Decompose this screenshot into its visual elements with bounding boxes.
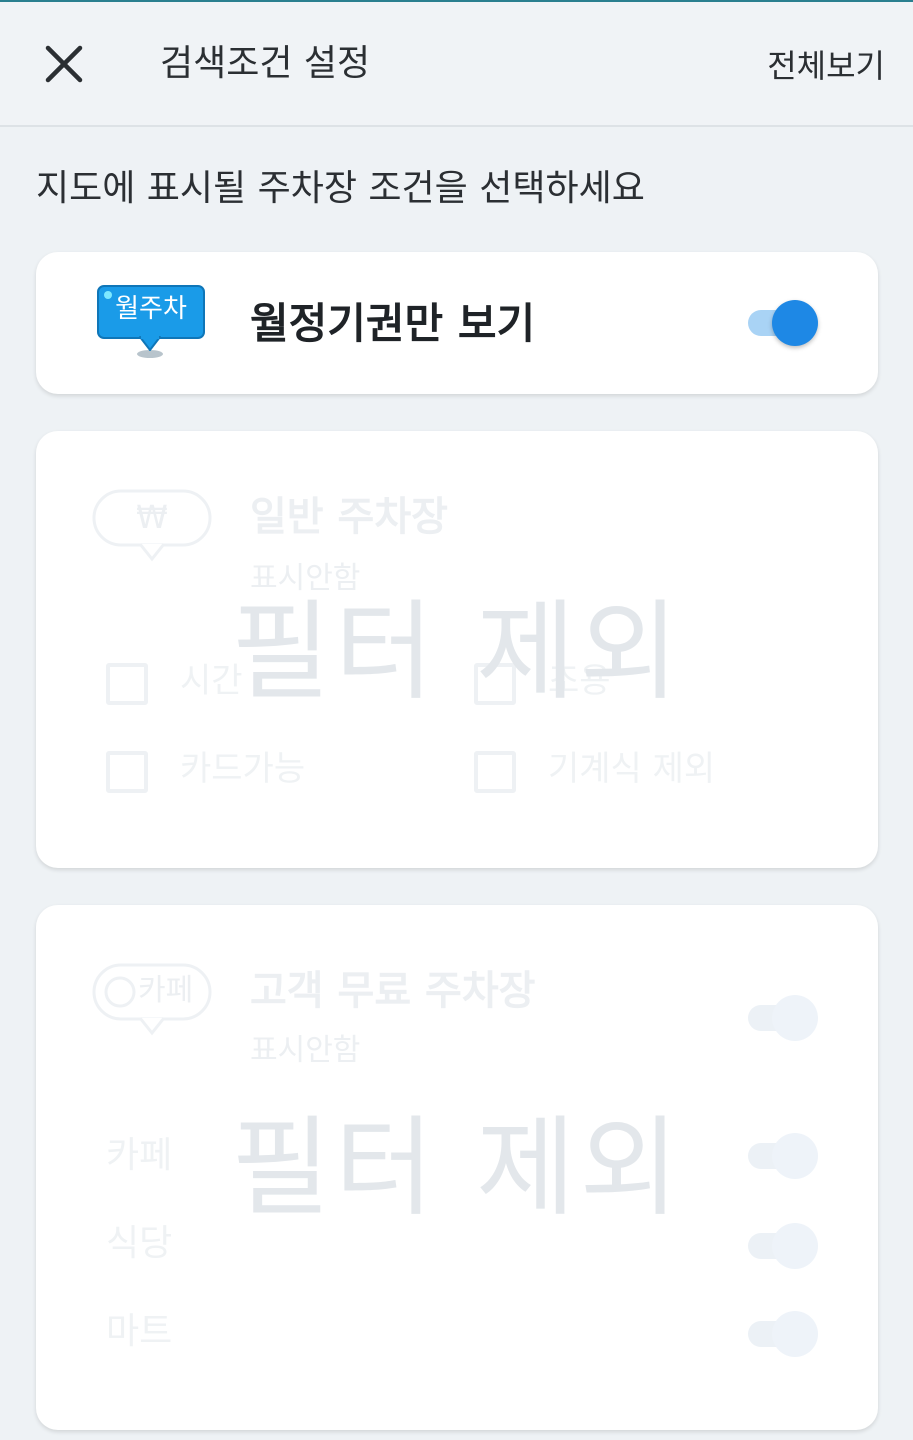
option-label-time: 시간 [180,661,243,701]
view-all-button[interactable]: 전체보기 [767,42,885,90]
mart-toggle[interactable] [746,1311,818,1357]
page-title: 검색조건 설정 [160,43,371,84]
option-checkbox-mechanical[interactable] [474,751,516,793]
close-button[interactable] [36,36,92,92]
restaurant-toggle[interactable] [746,1223,818,1269]
option-label-card: 카드가능 [180,749,306,789]
toggle-knob [772,995,818,1041]
option-checkbox-quiet[interactable] [474,663,516,705]
free-parking-status: 표시안함 [250,1033,361,1068]
cafe-toggle[interactable] [746,1133,818,1179]
monthly-pass-card: 월주차 월정기권만 보기 [36,252,878,394]
monthly-badge-label: 월주차 [115,294,187,324]
option-label-mechanical: 기계식 제외 [548,749,716,789]
free-parking-card: 카페 고객 무료 주차장 표시안함 카페 식당 마트 필터 제외 [36,905,878,1430]
toggle-knob [772,1311,818,1357]
general-parking-status: 표시안함 [250,561,361,596]
monthly-parking-badge: 월주차 [96,284,208,362]
monthly-pass-title: 월정기권만 보기 [250,299,536,348]
toggle-knob [772,1133,818,1179]
row-label-cafe: 카페 [106,1135,173,1176]
toggle-knob [772,1223,818,1269]
free-parking-toggle[interactable] [746,995,818,1041]
monthly-pass-toggle[interactable] [746,300,818,346]
row-label-restaurant: 식당 [106,1223,173,1264]
filter-excluded-label: 필터 제외 [231,590,683,715]
option-label-quiet: 조용 [548,661,611,701]
cafe-badge-label: 카페 [138,973,194,1008]
close-icon [45,45,83,83]
free-parking-badge: 카페 [92,963,214,1045]
free-parking-title: 고객 무료 주차장 [250,968,536,1014]
option-checkbox-time[interactable] [106,663,148,705]
toggle-knob [772,300,818,346]
option-checkbox-card[interactable] [106,751,148,793]
won-symbol: ₩ [136,498,168,536]
general-parking-badge: ₩ [92,489,214,571]
instruction-text: 지도에 표시될 주차장 조건을 선택하세요 [36,168,645,209]
general-parking-title: 일반 주차장 [250,494,448,540]
general-parking-card: ₩ 일반 주차장 표시안함 시간 조용 카드가능 기계식 제외 필터 제외 [36,431,878,868]
row-label-mart: 마트 [106,1311,173,1352]
header-bar: 검색조건 설정 전체보기 [0,2,913,127]
